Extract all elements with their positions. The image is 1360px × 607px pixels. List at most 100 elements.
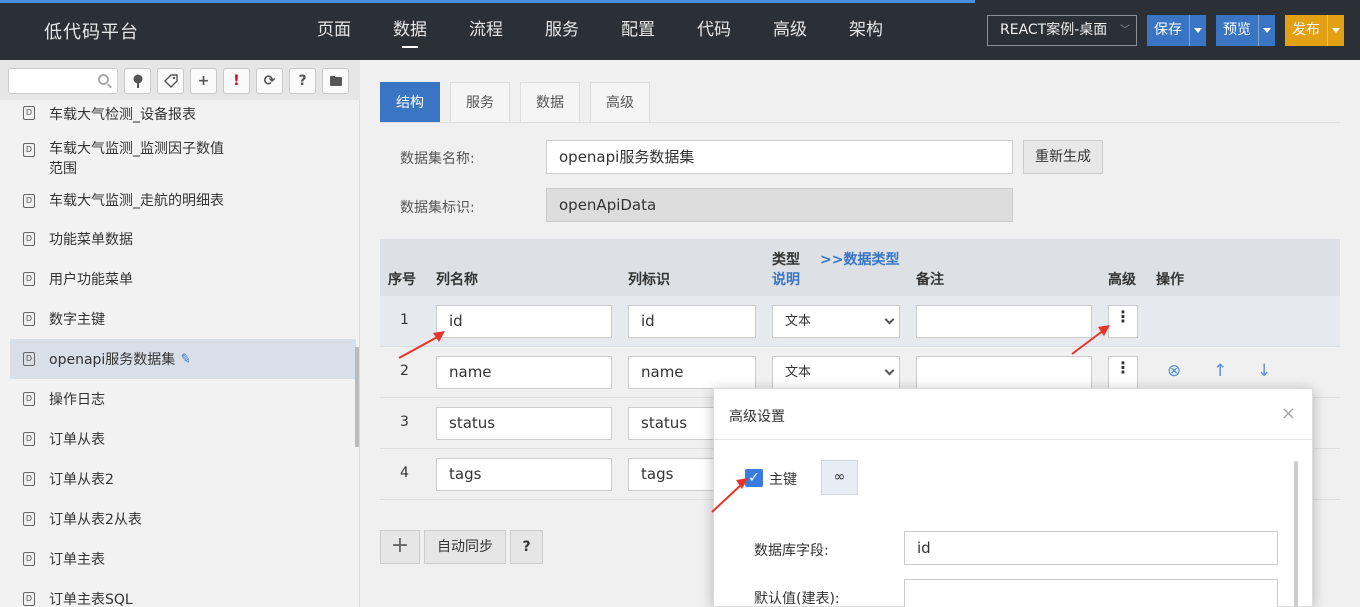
nav-data[interactable]: 数据	[372, 0, 448, 60]
regenerate-button[interactable]: 重新生成	[1023, 140, 1103, 174]
type-select[interactable]: 文本	[772, 305, 900, 338]
list-item[interactable]: D 订单主表SQL	[0, 579, 356, 607]
remark-input[interactable]	[916, 356, 1092, 389]
project-select[interactable]: REACT案例-桌面 ﹀	[987, 15, 1137, 46]
nav-service[interactable]: 服务	[524, 0, 600, 60]
list-item-label: 订单从表2从表	[49, 512, 142, 528]
header-col-id: 列标识	[628, 272, 670, 288]
list-item[interactable]: D 订单从表2	[0, 459, 356, 499]
publish-button[interactable]: 发布	[1285, 15, 1327, 46]
document-icon: D	[23, 432, 35, 446]
preview-button[interactable]: 预览	[1216, 15, 1258, 46]
plus-icon[interactable]: +	[190, 68, 217, 94]
list-item-label: openapi服务数据集	[49, 352, 176, 368]
list-item-label: 车载大气监测_走航的明细表	[49, 193, 224, 209]
header-type-desc[interactable]: 说明	[772, 269, 800, 289]
nav-advanced[interactable]: 高级	[752, 0, 828, 60]
col-name-input[interactable]: name	[436, 356, 612, 389]
dataset-list: D 车载大气检测_设备报表 D 车载大气监测_监测因子数值范围 D 车载大气监测…	[0, 100, 356, 607]
publish-dropdown-icon[interactable]	[1327, 15, 1344, 46]
preview-button-group: 预览	[1216, 15, 1275, 46]
type-select[interactable]: 文本	[772, 356, 900, 389]
document-icon: D	[23, 232, 35, 246]
list-item[interactable]: D 订单主表	[0, 539, 356, 579]
delete-row-icon[interactable]: ⊗	[1167, 361, 1181, 381]
help-icon[interactable]: ?	[289, 68, 316, 94]
list-item[interactable]: D 车载大气监测_走航的明细表	[0, 181, 356, 219]
preview-dropdown-icon[interactable]	[1258, 15, 1275, 46]
move-up-icon[interactable]: ↑	[1213, 361, 1227, 381]
dialog-scrollbar[interactable]	[1294, 461, 1298, 607]
add-column-button[interactable]: +	[380, 530, 420, 564]
list-item-label: 功能菜单数据	[49, 232, 133, 248]
save-dropdown-icon[interactable]	[1189, 15, 1206, 46]
nav-architecture[interactable]: 架构	[828, 0, 904, 60]
list-item[interactable]: D 功能菜单数据	[0, 219, 356, 259]
col-id-input[interactable]: id	[628, 305, 756, 338]
col-name-input[interactable]: tags	[436, 458, 612, 491]
col-name-input[interactable]: id	[436, 305, 612, 338]
list-item[interactable]: D 操作日志	[0, 379, 356, 419]
table-row: 1 id id 文本 ⋮	[380, 296, 1340, 347]
col-name-input[interactable]: status	[436, 407, 612, 440]
nav-config[interactable]: 配置	[600, 0, 676, 60]
col-id-input[interactable]: name	[628, 356, 756, 389]
row-seq: 3	[400, 414, 409, 430]
tab-bar: 结构 服务 数据 高级	[380, 82, 660, 123]
list-item[interactable]: D 数字主键	[0, 299, 356, 339]
tab-service[interactable]: 服务	[450, 82, 510, 122]
list-item-selected[interactable]: D openapi服务数据集 ✎	[10, 339, 356, 379]
list-item[interactable]: D 订单从表2从表	[0, 499, 356, 539]
chevron-down-icon: ﹀	[1120, 25, 1130, 36]
sidebar-scrollbar[interactable]	[355, 347, 359, 447]
more-options-icon[interactable]: ⋮	[1108, 356, 1138, 389]
save-button-group: 保存	[1147, 15, 1206, 46]
db-field-input[interactable]: id	[904, 531, 1278, 565]
list-item-label: 数字主键	[49, 312, 105, 328]
move-down-icon[interactable]: ↓	[1257, 361, 1271, 381]
data-type-link[interactable]: >>数据类型	[820, 249, 899, 269]
default-value-input[interactable]	[904, 579, 1278, 607]
tab-structure[interactable]: 结构	[380, 82, 440, 122]
document-icon: D	[23, 552, 35, 566]
db-field-label: 数据库字段:	[754, 543, 829, 559]
tab-advanced[interactable]: 高级	[590, 82, 650, 122]
primary-key-checkbox[interactable]: ✓	[745, 469, 763, 487]
list-item-label: 车载大气监测_监测因子数值范围	[49, 141, 224, 177]
nav-flow[interactable]: 流程	[448, 0, 524, 60]
help-button[interactable]: ?	[510, 530, 543, 564]
refresh-icon[interactable]: ⟳	[256, 68, 283, 94]
brand-title: 低代码平台	[44, 22, 139, 43]
exclamation-icon[interactable]: !	[223, 68, 250, 94]
list-item-label: 订单主表SQL	[49, 592, 133, 607]
auto-sync-button[interactable]: 自动同步	[424, 530, 506, 564]
close-icon[interactable]: ×	[1281, 403, 1296, 424]
header-ops: 操作	[1156, 272, 1184, 288]
list-item[interactable]: D 订单从表	[0, 419, 356, 459]
advanced-settings-dialog: 高级设置 × ✓ 主键 ∞ 数据库字段: id 默认值(建表):	[713, 388, 1313, 607]
nav-code[interactable]: 代码	[676, 0, 752, 60]
link-icon[interactable]: ∞	[821, 460, 858, 495]
more-options-icon[interactable]: ⋮	[1108, 305, 1138, 338]
tab-data[interactable]: 数据	[520, 82, 580, 122]
nav-page[interactable]: 页面	[296, 0, 372, 60]
document-icon: D	[23, 272, 35, 286]
list-item[interactable]: D 用户功能菜单	[0, 259, 356, 299]
save-button[interactable]: 保存	[1147, 15, 1189, 46]
pencil-icon[interactable]: ✎	[179, 351, 192, 368]
tree-icon[interactable]	[124, 68, 151, 94]
remark-input[interactable]	[916, 305, 1092, 338]
document-icon: D	[23, 312, 35, 326]
row-seq: 4	[400, 465, 409, 481]
dataset-name-input[interactable]: openapi服务数据集	[546, 140, 1013, 174]
sidebar-search-input[interactable]	[8, 68, 118, 94]
list-item-label: 用户功能菜单	[49, 272, 133, 288]
list-item[interactable]: D 车载大气监测_监测因子数值范围	[0, 132, 356, 181]
list-item-label: 订单从表2	[49, 472, 114, 488]
tag-icon[interactable]	[157, 68, 184, 94]
sidebar-toolbar: + ! ⟳ ?	[0, 60, 360, 100]
list-item[interactable]: D 车载大气检测_设备报表	[0, 96, 356, 132]
folder-icon[interactable]	[322, 68, 349, 94]
header-col-name: 列名称	[436, 272, 478, 288]
list-item-label: 车载大气检测_设备报表	[49, 107, 196, 123]
